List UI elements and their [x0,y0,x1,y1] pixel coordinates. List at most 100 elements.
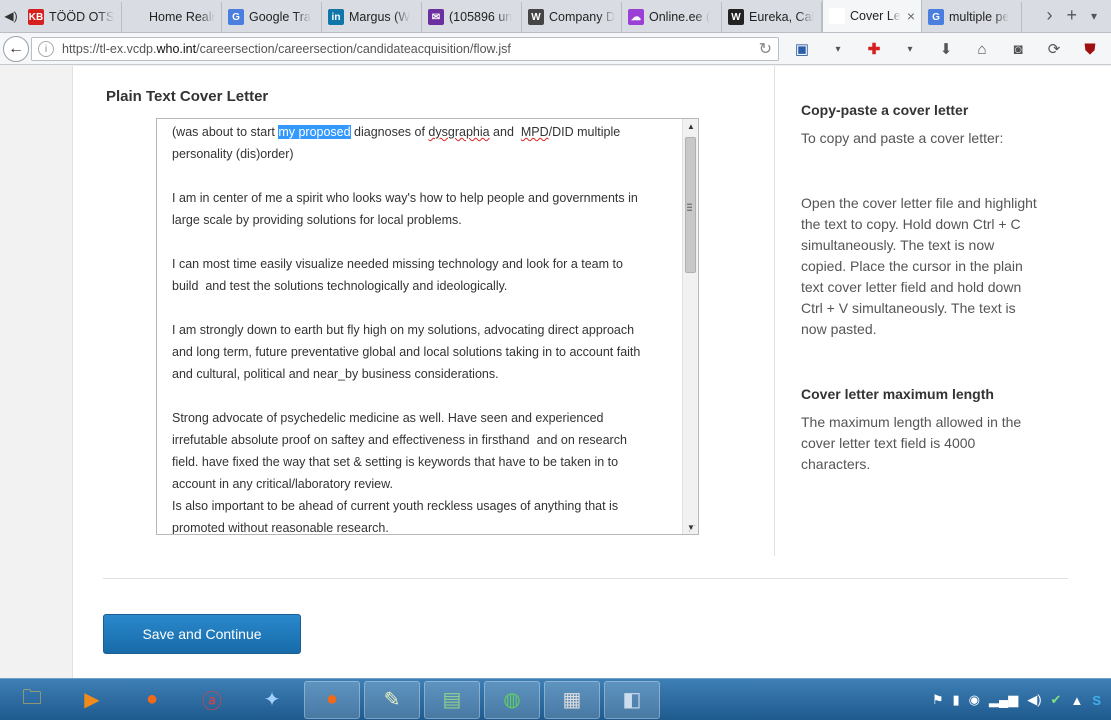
dropdown-icon[interactable]: ▾ [898,37,922,61]
browser-tab[interactable]: Gmultiple pe [922,2,1022,32]
selected-text: my proposed [278,125,351,139]
text-segment: /DID multiple personality (dis)order) I … [172,125,641,535]
close-tab-icon[interactable]: × [907,8,915,24]
site-info-icon[interactable]: i [38,41,54,57]
snipping-icon[interactable]: ◧ [604,680,660,719]
downloads-icon[interactable]: ⬇ [934,37,958,61]
browser-tab[interactable]: G Google Tra [222,2,322,32]
tab-favicon-icon: G [228,9,244,25]
tab-favicon-icon: ✉ [428,9,444,25]
help-title: Cover letter maximum length [801,386,994,402]
tab-favicon-icon: in [328,9,344,25]
text-segment: (was about to start [172,125,279,139]
help-max-length: Cover letter maximum length The maximum … [801,384,1037,475]
url-path: /careersection/careersection/candidateac… [196,42,511,56]
browser-tab[interactable]: Home Realm D [122,2,222,32]
horizontal-divider [103,578,1068,579]
scroll-tabs-right-icon[interactable]: › [1046,5,1052,26]
browser-tab[interactable]: W Company D [522,2,622,32]
tab-favicon-icon: KB [28,9,44,25]
check-icon[interactable]: ✔ [1051,692,1062,708]
signal-icon[interactable]: ▂▄▆ [989,692,1018,708]
spelling-error: dysgraphia [428,125,490,139]
spelling-error: MPD [520,125,549,139]
url-bar[interactable]: i https://tl-ex.vcdp. who.int/careersecti… [31,37,779,61]
speaker-icon[interactable]: ◀) [0,0,22,32]
url-host: who.int [156,42,197,56]
help-intro: To copy and paste a cover letter: [801,130,1004,146]
textarea-scrollbar[interactable]: ▲ ━ ━ ━ ▼ [682,119,698,534]
tab-title: Google Tra [249,10,311,24]
browser-tab[interactable]: W Eureka, Cal [722,2,822,32]
section-title: Plain Text Cover Letter [106,88,269,105]
tab-title: Margus (W [349,10,411,24]
pocket-icon[interactable]: ◙ [1006,37,1030,61]
tab-title: Home Realm D [149,10,215,24]
reload-icon[interactable]: ↻ [759,39,772,59]
browser-tab[interactable]: KB TÖÖD OTS [22,2,122,32]
tab-title: Company D [549,10,615,24]
scroll-up-icon[interactable]: ▲ [683,119,698,133]
cover-letter-text[interactable]: (was about to start my proposed diagnose… [172,121,667,535]
page: Plain Text Cover Letter (was about to st… [0,66,1111,678]
navigation-bar: ← i https://tl-ex.vcdp. who.int/careersec… [0,33,1111,65]
new-tab-button[interactable]: + [1066,5,1077,26]
file-explorer-icon[interactable]: 🗀 [4,681,60,719]
tab-favicon-icon [128,9,144,25]
firefox-open-icon[interactable]: ● [304,680,360,719]
addon-cross-icon[interactable]: ✚ [862,37,886,61]
taskbar: 🗀 ▶ ● ⓐ ✦ ● ✎ ▤ ◍ ▦ ◧ ⚑ ▮ ◉ ▂▄▆ ◀) ✔ ▲ S [0,678,1111,720]
grip-icon: ━ ━ ━ [687,200,692,215]
sync-icon[interactable]: ⟳ [1042,37,1066,61]
help-title: Copy-paste a cover letter [801,102,969,118]
save-page-icon[interactable]: ▣ [790,37,814,61]
browser-tab[interactable]: ☁ Online.ee ( [622,2,722,32]
help-body: The maximum length allowed in the cover … [801,414,1022,472]
tab-favicon-icon: ☁ [628,9,644,25]
browser-tab[interactable]: ✉ (105896 un [422,2,522,32]
app-a-icon[interactable]: ⓐ [184,681,240,719]
browser-tab[interactable]: in Margus (W [322,2,422,32]
volume-icon[interactable]: ◀) [1027,692,1041,708]
tab-favicon-icon: G [928,9,944,25]
up-arrow-icon[interactable]: ▲ [1070,693,1083,708]
cover-letter-textarea[interactable]: (was about to start my proposed diagnose… [156,118,699,535]
url-prefix: https://tl-ex.vcdp. [62,42,157,56]
tab-title: (105896 un [449,10,513,24]
monitor-icon[interactable]: ▤ [424,680,480,719]
tab-title: Cover Le [850,9,901,23]
resize-handle-icon[interactable]: ⋰ [688,524,696,533]
ublock-icon[interactable]: ⛊ [1078,37,1102,61]
calculator-icon[interactable]: ▦ [544,680,600,719]
firefox-icon[interactable]: ● [124,681,180,719]
app-swoosh-icon[interactable]: ✦ [244,681,300,719]
help-body: Open the cover letter file and highlight… [801,195,1037,337]
save-and-continue-button[interactable]: Save and Continue [103,614,301,654]
tab-title: Online.ee ( [649,10,711,24]
tab-title: TÖÖD OTS [49,10,115,24]
text-segment: diagnoses of [350,125,429,139]
notepad-icon[interactable]: ✎ [364,680,420,719]
back-button[interactable]: ← [3,35,29,62]
globe-icon[interactable]: ◍ [484,680,540,719]
system-tray: ⚑ ▮ ◉ ▂▄▆ ◀) ✔ ▲ S [932,679,1111,720]
dropdown-icon[interactable]: ▾ [826,37,850,61]
content-panel: Plain Text Cover Letter (was about to st… [72,66,1111,678]
network-circle-icon[interactable]: ◉ [969,692,980,708]
tab-title: Eureka, Cal [749,10,815,24]
list-all-tabs-icon[interactable]: ▾ [1091,9,1097,23]
tab-strip: ◀) KB TÖÖD OTS Home Realm D G Google Tra in Ma… [0,0,1111,33]
skype-tray-icon[interactable]: S [1092,693,1101,708]
home-icon[interactable]: ⌂ [970,37,994,61]
text-segment: and [489,125,521,139]
tab-favicon-icon: W [528,9,544,25]
browser-tab[interactable]: Cover Le × [822,0,922,32]
tab-favicon-icon: W [728,9,744,25]
tab-favicon-icon [829,8,845,24]
battery-icon[interactable]: ▮ [953,692,960,708]
tab-title: multiple pe [949,10,1010,24]
media-player-icon[interactable]: ▶ [64,681,120,719]
column-divider [774,66,775,556]
flag-icon[interactable]: ⚑ [932,692,944,708]
help-copy-paste: Copy-paste a cover letter To copy and pa… [801,100,1037,340]
